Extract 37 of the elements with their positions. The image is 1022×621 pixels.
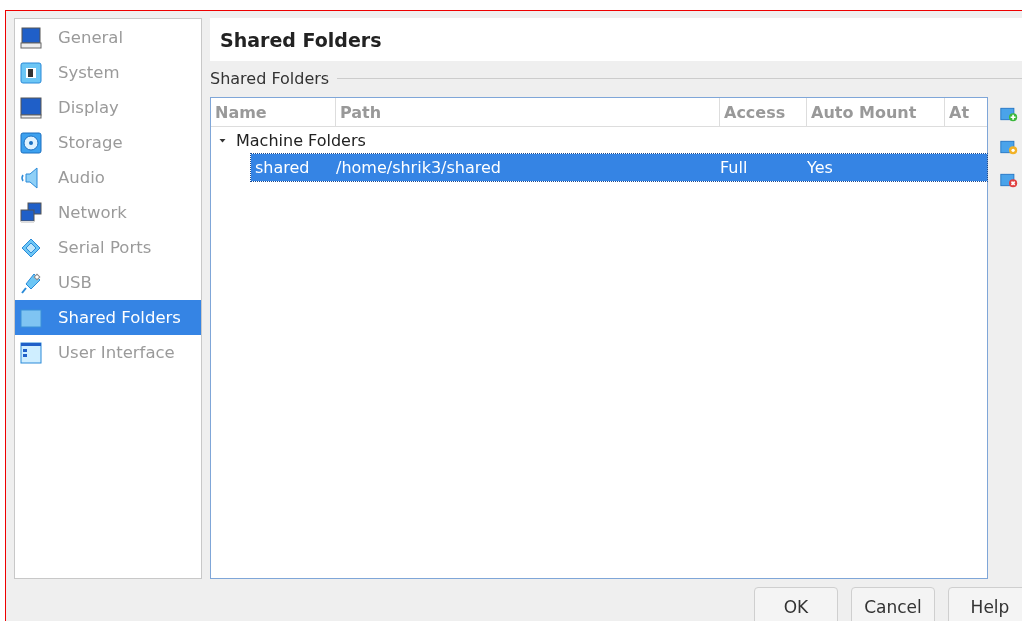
dialog-button[interactable]: OK [754, 587, 838, 621]
tree-group-label[interactable]: Machine Folders [236, 131, 366, 150]
column-header[interactable]: Access [720, 98, 807, 126]
table-cell-text: Yes [806, 158, 834, 177]
column-header[interactable]: At [945, 98, 987, 126]
sidebar-item[interactable]: Shared Folders [15, 300, 201, 335]
sidebar-item[interactable]: USB [15, 265, 201, 300]
folder-icon [20, 306, 42, 329]
column-header[interactable]: Name [211, 98, 336, 126]
sidebar-item[interactable]: System [15, 55, 201, 90]
usb-plug-icon [20, 271, 42, 294]
sidebar-item[interactable]: Storage [15, 125, 201, 160]
table-cell-text: shared [254, 158, 311, 177]
table-cell-text: Full [719, 158, 749, 177]
sidebar-item[interactable]: User Interface [15, 335, 201, 370]
table-row[interactable]: shared /home/shrik3/shared Full Yes [251, 154, 987, 181]
dialog-button[interactable]: Cancel [851, 587, 935, 621]
table-cell-text: /home/shrik3/shared [335, 158, 502, 177]
sidebar-item[interactable]: Audio [15, 160, 201, 195]
dialog-button[interactable]: Help [948, 587, 1022, 621]
column-header[interactable]: Auto Mount [807, 98, 945, 126]
edit-folder-icon[interactable] [1000, 138, 1018, 156]
display-icon [20, 96, 42, 119]
network-icon [20, 201, 42, 224]
page-title: Shared Folders [220, 28, 382, 51]
remove-folder-icon[interactable] [1000, 171, 1018, 189]
sidebar-item[interactable]: Display [15, 90, 201, 125]
window-icon [20, 341, 42, 364]
column-header[interactable]: Path [336, 98, 720, 126]
chip-icon [20, 61, 42, 84]
monitor-icon [20, 26, 42, 49]
sidebar-item[interactable]: Serial Ports [15, 230, 201, 265]
sidebar-item[interactable]: General [15, 20, 201, 55]
add-folder-icon[interactable] [1000, 105, 1018, 123]
sidebar-item[interactable]: Network [15, 195, 201, 230]
serial-connector-icon [20, 236, 42, 259]
group-label: Shared Folders [210, 68, 330, 88]
